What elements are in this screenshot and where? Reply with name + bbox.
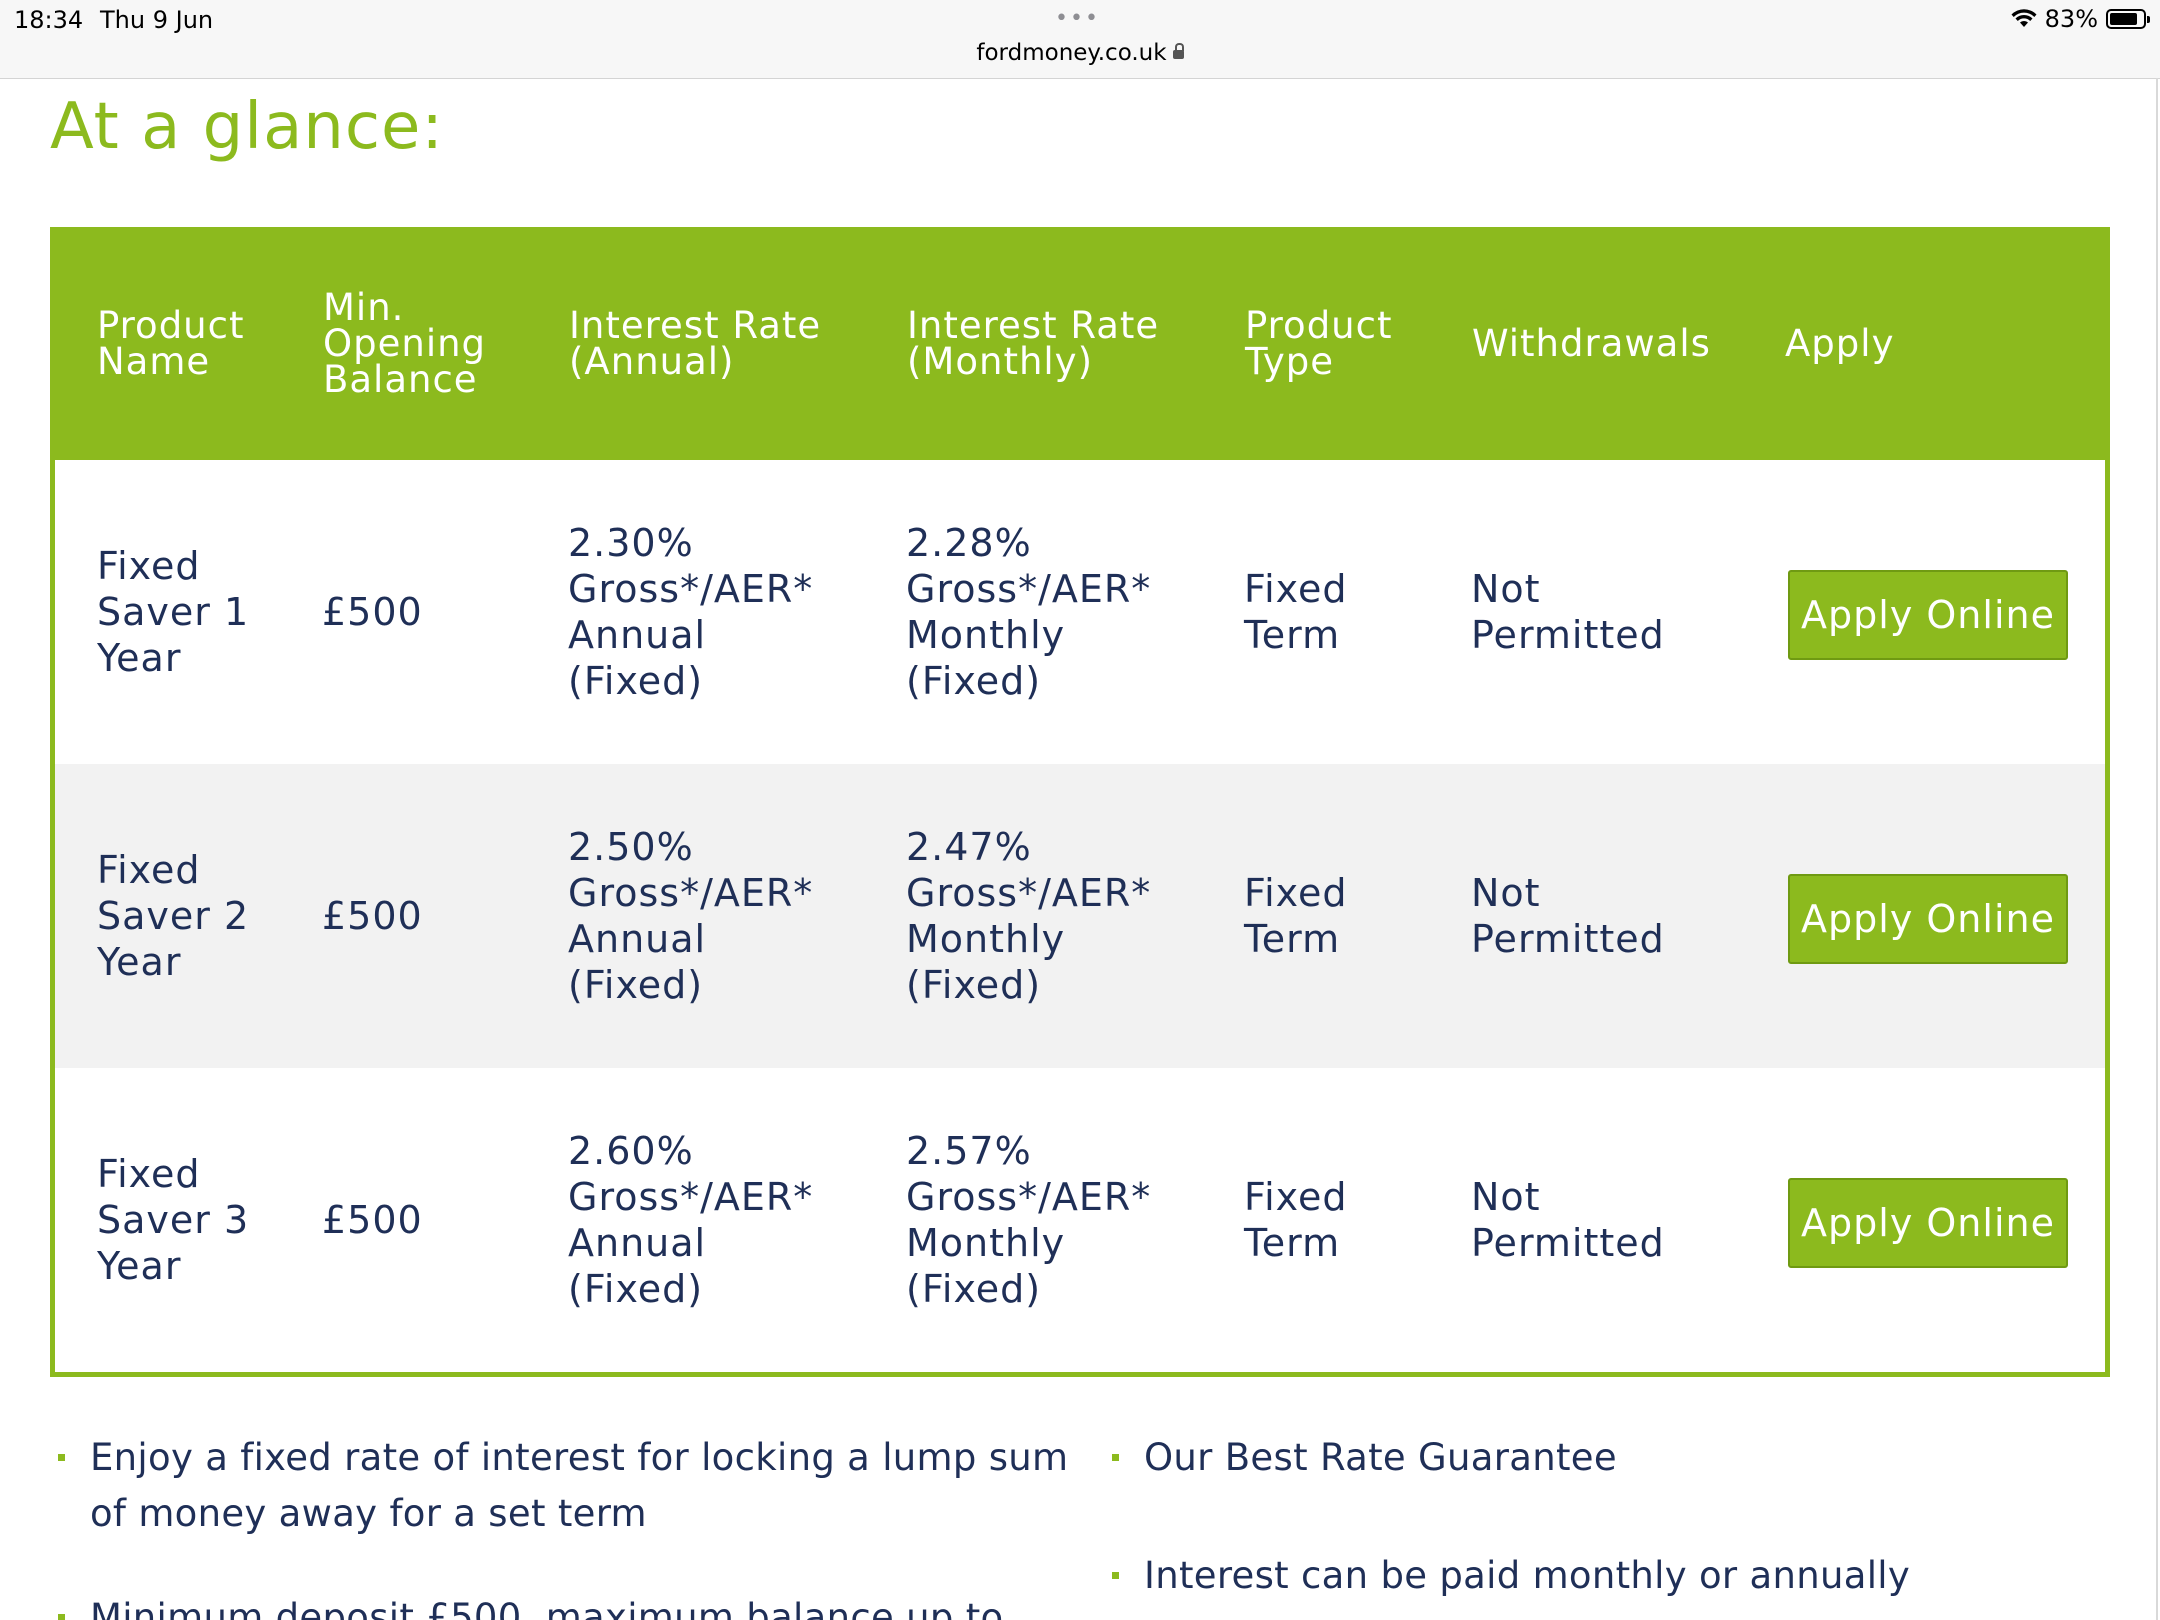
clock-time: 18:34 [14, 6, 84, 34]
header-label: Product Type [1245, 303, 1393, 383]
battery-icon [2106, 9, 2150, 29]
cell-rate-annual: 2.50% Gross*/AER* Annual (Fixed) [568, 764, 868, 1068]
cell-text: £500 [322, 1198, 423, 1242]
cell-rate-annual: 2.60% Gross*/AER* Annual (Fixed) [568, 1068, 868, 1372]
cell-min-balance: £500 [322, 764, 423, 1068]
header-label: Withdrawals [1472, 321, 1711, 365]
header-rate-annual: Interest Rate (Annual) [569, 227, 839, 460]
cell-text: Fixed Term [1244, 567, 1348, 657]
cell-withdrawals: Not Permitted [1471, 460, 1731, 764]
cell-rate-monthly: 2.47% Gross*/AER* Monthly (Fixed) [906, 764, 1206, 1068]
list-item-text: Our Best Rate Guarantee [1144, 1436, 1617, 1479]
header-label: Interest Rate (Monthly) [907, 303, 1160, 383]
cell-product-type: Fixed Term [1244, 1068, 1404, 1372]
battery-level-fill [2110, 13, 2137, 25]
list-item: Interest can be paid monthly or annually [1112, 1548, 2044, 1604]
list-item: Minimum deposit £500, maximum balance up… [58, 1590, 1190, 1620]
cell-rate-monthly: 2.57% Gross*/AER* Monthly (Fixed) [906, 1068, 1206, 1372]
cell-rate-annual: 2.30% Gross*/AER* Annual (Fixed) [568, 460, 868, 764]
cell-text: Fixed Saver 3 Year [97, 1152, 250, 1288]
bullet-square-icon [1112, 1572, 1119, 1579]
cell-text: 2.50% Gross*/AER* Annual (Fixed) [568, 825, 814, 1007]
header-product-name: Product Name [97, 227, 327, 460]
bullet-square-icon [1112, 1454, 1119, 1461]
apply-online-button[interactable]: Apply Online [1788, 1178, 2068, 1268]
cell-text: Not Permitted [1471, 871, 1665, 961]
cell-product-type: Fixed Term [1244, 460, 1404, 764]
cell-text: 2.30% Gross*/AER* Annual (Fixed) [568, 521, 814, 703]
header-label: Min. Opening Balance [323, 285, 487, 401]
table-row: Fixed Saver 1 Year £500 2.30% Gross*/AER… [55, 460, 2105, 764]
multitasking-dots-icon[interactable]: ••• [1055, 6, 1100, 31]
apply-online-button[interactable]: Apply Online [1788, 570, 2068, 660]
table-row: Fixed Saver 2 Year £500 2.50% Gross*/AER… [55, 764, 2105, 1068]
table-header: Product Name Min. Opening Balance Intere… [50, 227, 2110, 460]
cell-min-balance: £500 [322, 1068, 423, 1372]
list-item: Enjoy a fixed rate of interest for locki… [58, 1430, 1090, 1542]
cell-text: £500 [322, 590, 423, 634]
cell-min-balance: £500 [322, 460, 423, 764]
cell-product-type: Fixed Term [1244, 764, 1404, 1068]
bullet-square-icon [58, 1614, 65, 1620]
cell-product-name: Fixed Saver 1 Year [97, 460, 297, 764]
header-rate-monthly: Interest Rate (Monthly) [907, 227, 1177, 460]
wifi-icon [2011, 9, 2037, 29]
status-indicators: 83% [2011, 5, 2150, 33]
list-item: Our Best Rate Guarantee [1112, 1430, 2044, 1486]
cell-text: Fixed Saver 2 Year [97, 848, 250, 984]
header-apply: Apply [1785, 227, 1894, 460]
cell-rate-monthly: 2.28% Gross*/AER* Monthly (Fixed) [906, 460, 1206, 764]
table-row: Fixed Saver 3 Year £500 2.60% Gross*/AER… [55, 1068, 2105, 1372]
cell-text: Not Permitted [1471, 1175, 1665, 1265]
header-withdrawals: Withdrawals [1472, 227, 1711, 460]
header-min-balance: Min. Opening Balance [323, 227, 503, 460]
cell-text: 2.60% Gross*/AER* Annual (Fixed) [568, 1129, 814, 1311]
cell-text: Not Permitted [1471, 567, 1665, 657]
list-item-text: Interest can be paid monthly or annually [1144, 1554, 1911, 1597]
feature-list: Enjoy a fixed rate of interest for locki… [50, 1430, 2110, 1620]
cell-text: Fixed Term [1244, 1175, 1348, 1265]
battery-percent: 83% [2044, 5, 2098, 33]
cell-text: 2.47% Gross*/AER* Monthly (Fixed) [906, 825, 1152, 1007]
address-bar[interactable]: fordmoney.co.uk [0, 40, 2160, 66]
page-title: At a glance: [50, 90, 444, 164]
header-label: Interest Rate (Annual) [569, 303, 822, 383]
clock-date: Thu 9 Jun [100, 6, 214, 34]
products-table: Product Name Min. Opening Balance Intere… [50, 227, 2110, 1377]
cell-product-name: Fixed Saver 2 Year [97, 764, 297, 1068]
lock-icon [1172, 43, 1184, 59]
cell-text: Fixed Saver 1 Year [97, 544, 250, 680]
cell-text: £500 [322, 894, 423, 938]
page-scroll-edge [2156, 78, 2158, 1620]
browser-status-bar: 18:34 Thu 9 Jun ••• fordmoney.co.uk 83% [0, 0, 2160, 79]
header-product-type: Product Type [1245, 227, 1445, 460]
list-item-text: Minimum deposit £500, maximum balance up… [90, 1596, 1004, 1620]
cell-text: Fixed Term [1244, 871, 1348, 961]
cell-text: 2.28% Gross*/AER* Monthly (Fixed) [906, 521, 1152, 703]
url-text: fordmoney.co.uk [976, 40, 1167, 66]
cell-product-name: Fixed Saver 3 Year [97, 1068, 297, 1372]
cell-withdrawals: Not Permitted [1471, 764, 1731, 1068]
apply-online-button[interactable]: Apply Online [1788, 874, 2068, 964]
header-label: Product Name [97, 303, 245, 383]
cell-withdrawals: Not Permitted [1471, 1068, 1731, 1372]
header-label: Apply [1785, 321, 1895, 365]
list-item-text: Enjoy a fixed rate of interest for locki… [90, 1436, 1069, 1535]
bullet-square-icon [58, 1454, 65, 1461]
cell-text: 2.57% Gross*/AER* Monthly (Fixed) [906, 1129, 1152, 1311]
